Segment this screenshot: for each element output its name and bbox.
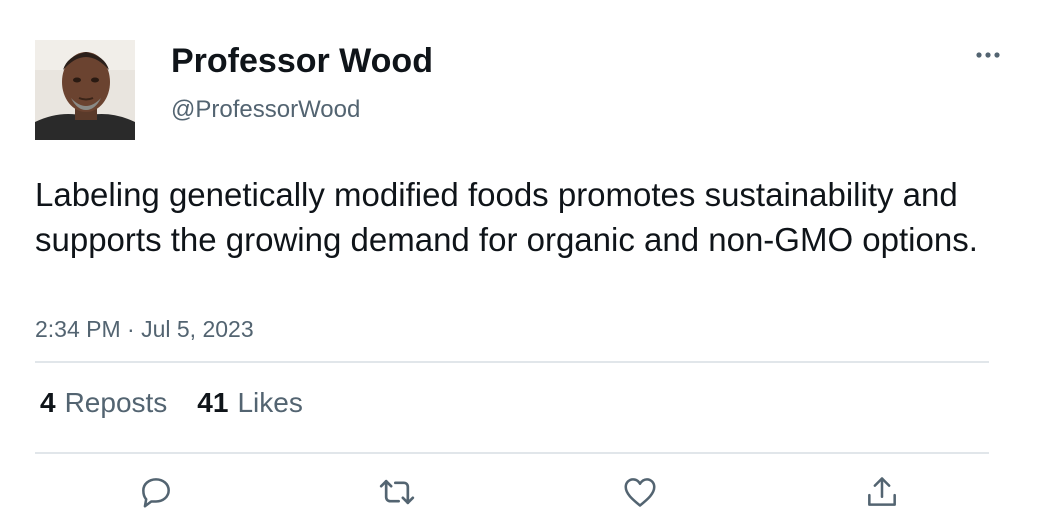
share-button[interactable] xyxy=(860,472,904,516)
reposts-label: Reposts xyxy=(64,387,168,418)
likes-label: Likes xyxy=(237,387,303,418)
tweet-timestamp[interactable]: 2:34 PM · Jul 5, 2023 xyxy=(35,316,254,343)
repost-button[interactable] xyxy=(375,472,419,516)
reply-button[interactable] xyxy=(134,472,178,516)
display-name[interactable]: Professor Wood xyxy=(171,42,433,81)
heart-icon xyxy=(621,473,659,516)
divider xyxy=(35,452,989,454)
avatar[interactable] xyxy=(35,40,135,140)
reposts-stat[interactable]: 4 Reposts xyxy=(40,387,167,419)
reposts-count: 4 xyxy=(40,387,56,418)
divider xyxy=(35,361,989,363)
avatar-image xyxy=(35,40,135,140)
engagement-stats: 4 Reposts 41 Likes xyxy=(40,387,303,419)
more-horizontal-icon xyxy=(975,46,1001,64)
user-handle[interactable]: @ProfessorWood xyxy=(171,96,360,124)
tweet-text: Labeling genetically modified foods prom… xyxy=(35,176,978,258)
more-options-button[interactable] xyxy=(968,40,1008,70)
like-button[interactable] xyxy=(618,472,662,516)
reply-icon xyxy=(137,473,175,516)
likes-count: 41 xyxy=(197,387,229,418)
share-icon xyxy=(863,473,901,516)
repost-icon xyxy=(377,472,417,517)
likes-stat[interactable]: 41 Likes xyxy=(197,387,303,419)
